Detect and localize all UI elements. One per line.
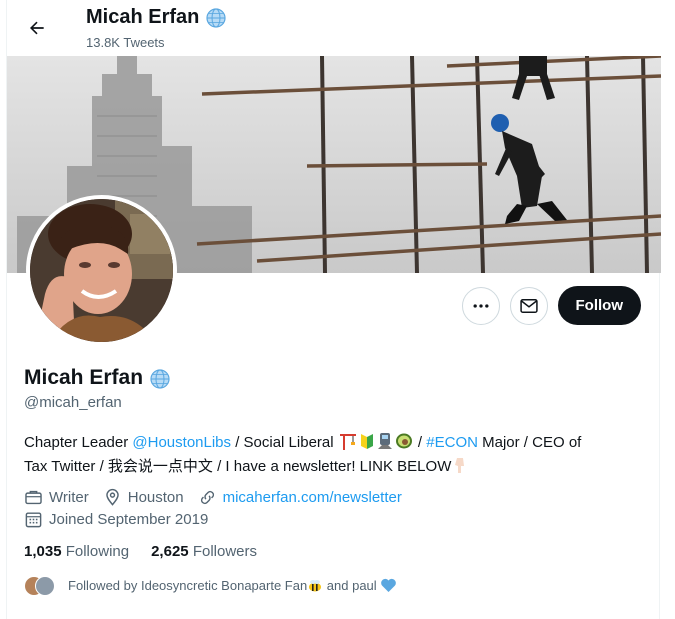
bio-hashtag-link[interactable]: #ECON <box>426 434 478 451</box>
followed-by-text: Followed by Ideosyncretic Bonaparte Fan … <box>68 578 397 596</box>
beginner-badge-emoji <box>358 432 376 456</box>
following-label: Following <box>65 543 130 560</box>
bio-text: / <box>413 434 427 451</box>
avatar[interactable] <box>26 195 177 346</box>
arrow-left-icon <box>30 21 44 35</box>
construction-crane-emoji <box>338 432 358 456</box>
header-name: Micah Erfan <box>86 6 200 28</box>
bio-mention-link[interactable]: @HoustonLibs <box>132 434 231 451</box>
link-icon <box>200 490 214 505</box>
occupation: Writer <box>24 488 89 507</box>
following-link[interactable]: 1,035 Following <box>24 543 129 560</box>
followers-count: 2,625 <box>151 543 189 560</box>
join-date: Joined September 2019 <box>24 510 208 529</box>
more-options-button[interactable] <box>461 286 500 325</box>
joined-text: Joined September 2019 <box>49 511 209 528</box>
header-title: Micah Erfan <box>86 6 227 29</box>
profile-name: Micah Erfan <box>24 366 144 389</box>
avocado-emoji <box>394 432 414 456</box>
profile-actions: Follow <box>461 286 641 325</box>
profile-name-row: Micah Erfan <box>24 366 171 390</box>
location-text: Houston <box>127 489 184 506</box>
globe-emoji-icon <box>149 367 171 389</box>
location: Houston <box>103 488 184 507</box>
followers-link[interactable]: 2,625 Followers <box>151 543 257 560</box>
profile-bio: Chapter Leader @HoustonLibs / Social Lib… <box>24 432 644 480</box>
follow-stats: 1,035 Following 2,625 Followers <box>24 543 257 560</box>
followed-by-text-part: Followed by Ideosyncretic Bonaparte Fan <box>68 578 308 593</box>
website: micaherfan.com/newsletter <box>198 488 402 507</box>
top-bar: Micah Erfan 13.8K Tweets <box>7 0 661 56</box>
blue-heart-emoji <box>380 578 397 596</box>
following-count: 1,035 <box>24 543 62 560</box>
bee-emoji <box>307 578 323 596</box>
envelope-icon <box>519 298 538 313</box>
message-button[interactable] <box>509 286 548 325</box>
follow-button[interactable]: Follow <box>557 286 641 325</box>
occupation-text: Writer <box>49 489 89 506</box>
train-emoji <box>376 432 394 456</box>
back-button[interactable] <box>21 12 53 44</box>
profile-column: Micah Erfan 13.8K Tweets Follow Micah Er… <box>6 0 661 619</box>
followers-label: Followers <box>192 543 257 560</box>
profile-joined-row: Joined September 2019 <box>24 510 222 529</box>
mutual-avatars <box>24 576 58 598</box>
bio-text: Chapter Leader <box>24 434 133 451</box>
profile-handle: @micah_erfan <box>24 394 122 411</box>
bio-text: Major / CEO of <box>477 434 582 451</box>
globe-emoji-icon <box>205 7 227 29</box>
pointing-down-emoji <box>451 456 469 480</box>
mutual-avatar <box>35 576 55 596</box>
followed-by-row[interactable]: Followed by Ideosyncretic Bonaparte Fan … <box>24 576 397 598</box>
followed-by-text-part: and paul <box>323 578 377 593</box>
tweet-count: 13.8K Tweets <box>86 35 165 50</box>
bio-text: / Social Liberal <box>231 434 338 451</box>
website-link[interactable]: micaherfan.com/newsletter <box>223 489 402 506</box>
location-pin-icon <box>105 488 119 506</box>
briefcase-icon <box>25 490 42 505</box>
calendar-icon <box>25 512 42 528</box>
profile-meta-row: Writer Houston micaherfan.com/newsletter <box>24 488 416 507</box>
bio-text: Tax Twitter / 我会说一点中文 / I have a newslet… <box>24 458 452 475</box>
more-options-icon <box>473 303 488 308</box>
